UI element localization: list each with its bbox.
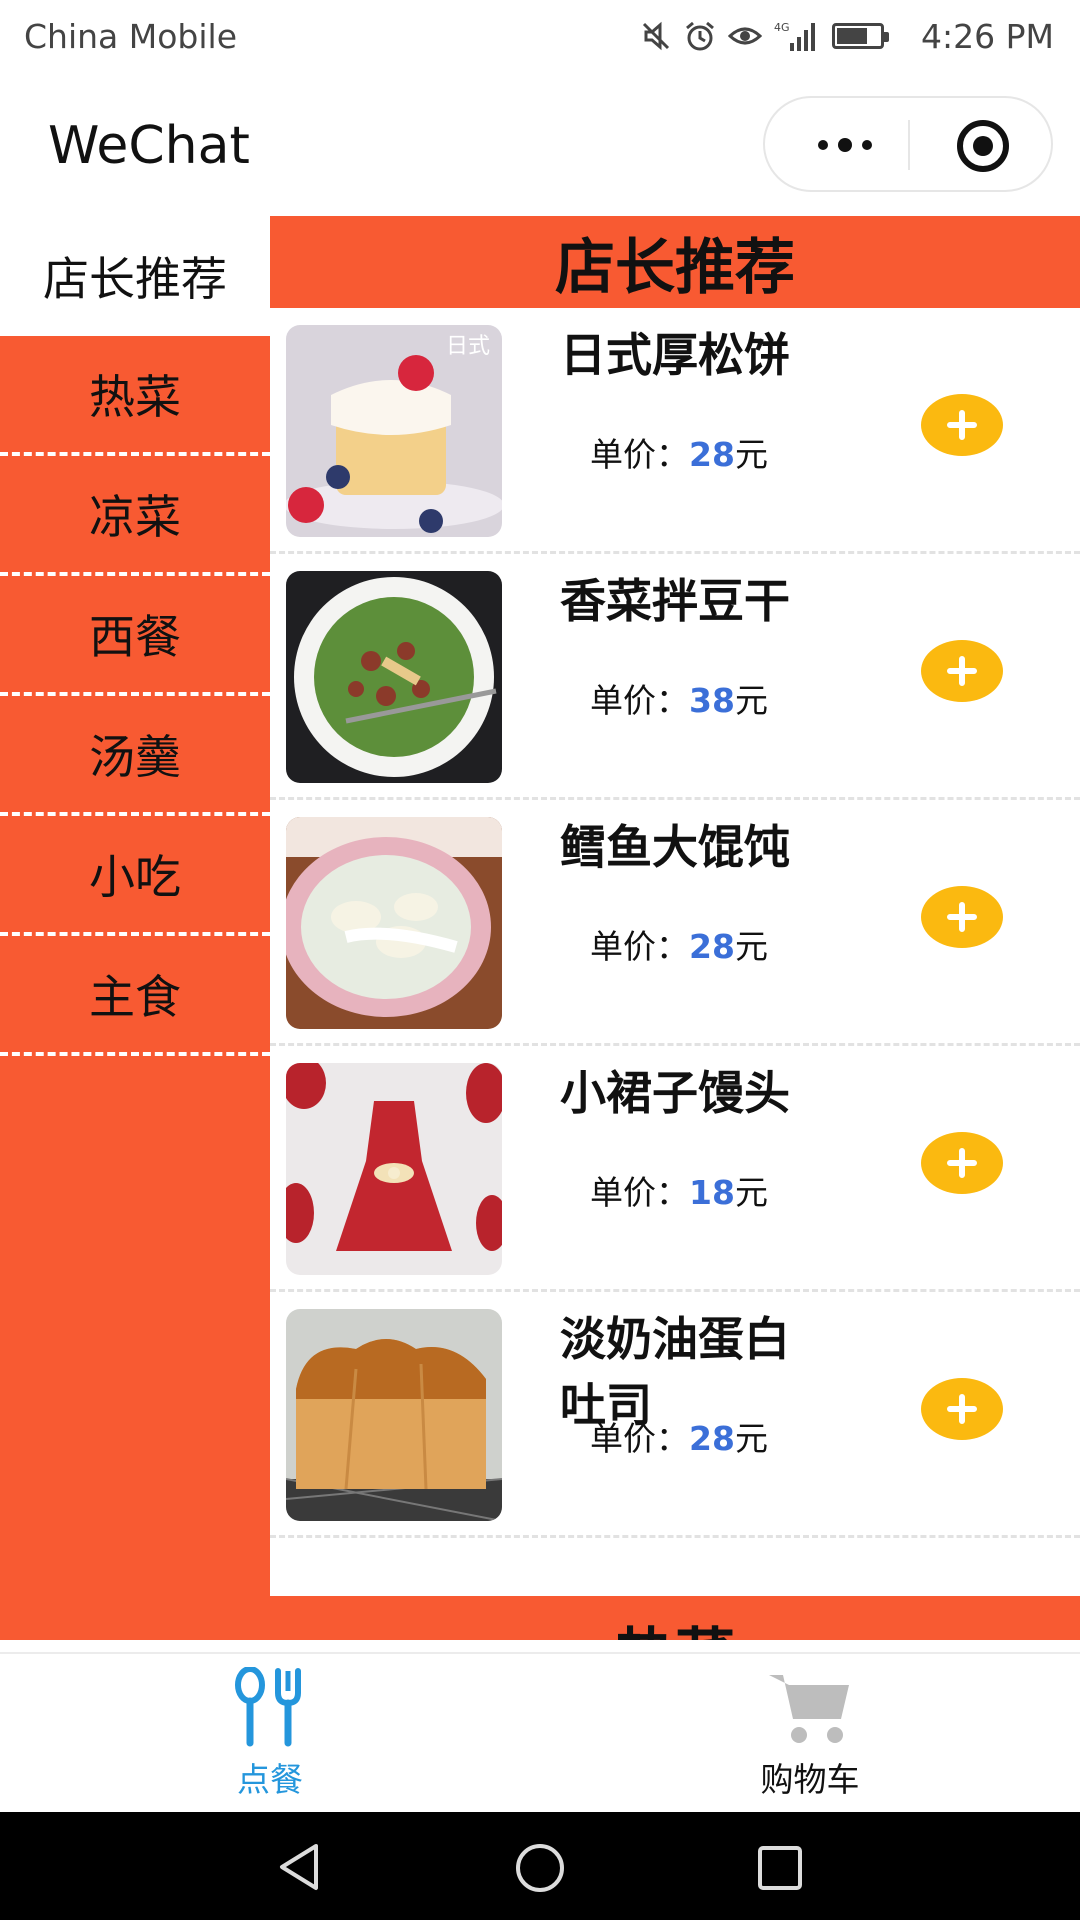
- dish-name: 香菜拌豆干: [560, 574, 790, 628]
- price-currency: 元: [734, 435, 768, 474]
- price-label: 单价：: [590, 927, 689, 966]
- price-currency: 元: [734, 681, 768, 720]
- plus-icon: [947, 1148, 977, 1178]
- utensils-icon: [235, 1667, 301, 1747]
- svg-text:日式: 日式: [446, 334, 490, 359]
- price-label: 单价：: [590, 435, 689, 474]
- dish-price: 单价：28元: [590, 428, 768, 476]
- dish-name: 小裙子馒头: [560, 1066, 790, 1120]
- price-value: 38: [689, 681, 735, 720]
- android-navigation-bar: [0, 1812, 1080, 1920]
- tab-cart-label: 购物车: [760, 1760, 860, 1799]
- svg-text:4G: 4G: [774, 21, 790, 34]
- plus-icon: [947, 410, 977, 440]
- dish-name: 日式厚松饼: [560, 328, 790, 382]
- home-icon[interactable]: [514, 1842, 566, 1894]
- signal-4g-icon: 4G: [774, 21, 815, 51]
- price-label: 单价：: [590, 681, 689, 720]
- price-value: 28: [689, 1419, 735, 1458]
- dish-item: 日式 日式厚松饼 单价：28元: [270, 308, 1080, 554]
- dish-item: 小裙子馒头 单价：18元: [270, 1046, 1080, 1292]
- dish-price: 单价：38元: [590, 674, 768, 722]
- dish-item: 鳕鱼大馄饨 单价：28元: [270, 800, 1080, 1046]
- dish-name: 鳕鱼大馄饨: [560, 820, 790, 874]
- sidebar-item-staple[interactable]: 主食: [0, 936, 270, 1056]
- more-icon-dot: [862, 140, 872, 150]
- nav-title: WeChat: [48, 116, 250, 176]
- mini-program-capsule: [763, 96, 1053, 192]
- dish-image: 日式: [286, 325, 502, 537]
- sidebar-item-snacks[interactable]: 小吃: [0, 816, 270, 936]
- status-bar: China Mobile 4G 4:26 PM: [0, 0, 1080, 74]
- cart-icon: [769, 1675, 849, 1743]
- dish-image: [286, 1063, 502, 1275]
- alarm-icon: [686, 21, 714, 51]
- add-to-cart-button[interactable]: [921, 886, 1003, 948]
- add-to-cart-button[interactable]: [921, 640, 1003, 702]
- add-to-cart-button[interactable]: [921, 1378, 1003, 1440]
- section-title: 店长推荐: [270, 216, 1080, 308]
- tab-bar: 点餐 购物车: [0, 1652, 1080, 1812]
- status-icons: 4G: [640, 16, 889, 56]
- status-time: 4:26 PM: [921, 17, 1054, 56]
- price-label: 单价：: [590, 1419, 689, 1458]
- price-currency: 元: [734, 1419, 768, 1458]
- dish-price: 单价：28元: [590, 1412, 768, 1460]
- carrier-name: China Mobile: [24, 17, 238, 56]
- nav-bar: WeChat: [0, 74, 1080, 216]
- price-value: 28: [689, 435, 735, 474]
- recents-icon[interactable]: [756, 1844, 804, 1892]
- add-to-cart-button[interactable]: [921, 394, 1003, 456]
- price-currency: 元: [734, 1173, 768, 1212]
- add-to-cart-button[interactable]: [921, 1132, 1003, 1194]
- more-button[interactable]: [805, 122, 885, 168]
- sidebar-item-cold-dishes[interactable]: 凉菜: [0, 456, 270, 576]
- dish-image: [286, 1309, 502, 1521]
- sidebar-item-soup[interactable]: 汤羹: [0, 696, 270, 816]
- eye-icon: [728, 27, 762, 45]
- sidebar-item-recommend[interactable]: 店长推荐: [0, 216, 270, 336]
- sidebar-item-western[interactable]: 西餐: [0, 576, 270, 696]
- sidebar-item-hot-dishes[interactable]: 热菜: [0, 336, 270, 456]
- dish-item: 香菜拌豆干 单价：38元: [270, 554, 1080, 800]
- dish-image: [286, 571, 502, 783]
- more-icon-dot: [838, 138, 852, 152]
- dish-price: 单价：28元: [590, 920, 768, 968]
- price-label: 单价：: [590, 1173, 689, 1212]
- tab-cart[interactable]: 购物车: [540, 1654, 1080, 1814]
- category-sidebar: 店长推荐 热菜 凉菜 西餐 汤羹 小吃 主食: [0, 216, 270, 1640]
- plus-icon: [947, 902, 977, 932]
- plus-icon: [947, 656, 977, 686]
- price-value: 28: [689, 927, 735, 966]
- target-icon: [973, 136, 993, 156]
- price-value: 18: [689, 1173, 735, 1212]
- dish-list[interactable]: 店长推荐 日式 日式厚松饼 单价：28元 香菜拌豆干 单价：38元 鳕鱼大馄饨 …: [270, 216, 1080, 1640]
- battery-icon: [832, 23, 889, 49]
- more-icon: [818, 140, 828, 150]
- tab-order-label: 点餐: [237, 1760, 303, 1799]
- dish-image: [286, 817, 502, 1029]
- price-currency: 元: [734, 927, 768, 966]
- mute-icon: [642, 21, 670, 51]
- close-mini-program-button[interactable]: [957, 120, 1009, 172]
- dish-price: 单价：18元: [590, 1166, 768, 1214]
- section-title-hot-dishes: 热菜: [270, 1596, 1080, 1640]
- capsule-divider: [908, 120, 910, 170]
- dish-item: 淡奶油蛋白吐司 单价：28元: [270, 1292, 1080, 1538]
- back-icon[interactable]: [276, 1842, 324, 1892]
- plus-icon: [947, 1394, 977, 1424]
- tab-order[interactable]: 点餐: [0, 1654, 540, 1814]
